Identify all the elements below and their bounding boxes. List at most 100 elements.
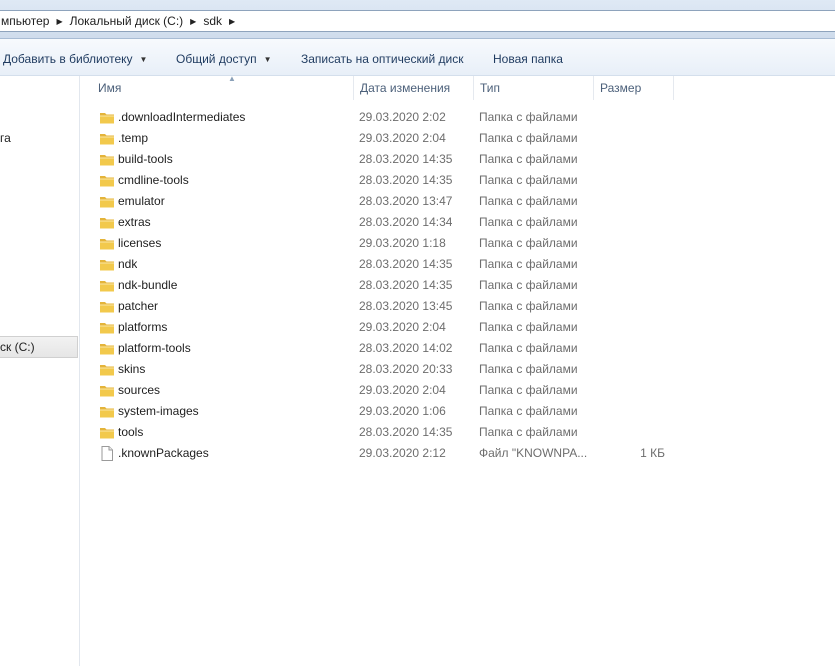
file-name: patcher — [118, 299, 159, 313]
file-type: Папка с файлами — [479, 194, 578, 208]
breadcrumb-chevron-icon[interactable]: ▶ — [56, 17, 62, 26]
column-header-size-label: Размер — [600, 81, 642, 95]
file-type: Папка с файлами — [479, 341, 578, 355]
file-date: 29.03.2020 2:04 — [359, 320, 446, 334]
file-type: Папка с файлами — [479, 110, 578, 124]
file-date: 28.03.2020 14:35 — [359, 257, 453, 271]
file-name: .temp — [118, 131, 149, 145]
file-size — [592, 170, 665, 191]
file-row[interactable]: system-images 29.03.2020 1:06 Папка с файл… — [80, 401, 835, 422]
file-size — [592, 233, 665, 254]
file-type: Папка с файлами — [479, 425, 578, 439]
file-row[interactable]: platforms 29.03.2020 2:04 Папка с файлами — [80, 317, 835, 338]
file-row[interactable]: extras 28.03.2020 14:34 Папка с файлами — [80, 212, 835, 233]
file-name: ndk — [118, 257, 138, 271]
file-type: Папка с файлами — [479, 152, 578, 166]
breadcrumb-sdk[interactable]: sdk — [203, 14, 222, 28]
file-row[interactable]: emulator 28.03.2020 13:47 Папка с файлами — [80, 191, 835, 212]
file-size — [592, 275, 665, 296]
dropdown-arrow-icon: ▼ — [139, 54, 148, 64]
file-size — [592, 401, 665, 422]
file-name: ndk-bundle — [118, 278, 178, 292]
file-list: ▲ Имя Дата изменения Тип Размер .downloa… — [80, 74, 835, 666]
sort-ascending-icon: ▲ — [228, 74, 236, 83]
file-size — [592, 380, 665, 401]
file-name: platforms — [118, 320, 168, 334]
file-date: 28.03.2020 14:35 — [359, 278, 453, 292]
file-date: 28.03.2020 14:35 — [359, 152, 453, 166]
file-type: Папка с файлами — [479, 299, 578, 313]
file-row[interactable]: platform-tools 28.03.2020 14:02 Папка с фа… — [80, 338, 835, 359]
file-type: Папка с файлами — [479, 236, 578, 250]
breadcrumb-chevron-icon[interactable]: ▶ — [190, 17, 196, 26]
file-row[interactable]: .knownPackages 29.03.2020 2:12 Файл "KNOWN… — [80, 443, 835, 464]
file-date: 29.03.2020 2:12 — [359, 446, 446, 460]
file-type: Папка с файлами — [479, 215, 578, 229]
file-type: Папка с файлами — [479, 320, 578, 334]
file-name: platform-tools — [118, 341, 191, 355]
file-row[interactable]: cmdline-tools 28.03.2020 14:35 Папка с фай… — [80, 170, 835, 191]
file-name: cmdline-tools — [118, 173, 189, 187]
column-header-type-label: Тип — [480, 81, 501, 95]
file-type: Папка с файлами — [479, 278, 578, 292]
file-date: 28.03.2020 14:02 — [359, 341, 453, 355]
add-to-library-label: Добавить в библиотеку — [3, 52, 133, 66]
file-date: 28.03.2020 14:35 — [359, 173, 453, 187]
file-name: system-images — [118, 404, 199, 418]
file-type: Файл "KNOWNPA... — [479, 446, 588, 460]
file-row[interactable]: build-tools 28.03.2020 14:35 Папка с файла… — [80, 149, 835, 170]
file-size — [592, 212, 665, 233]
new-folder-button[interactable]: Новая папка — [493, 51, 563, 67]
file-size: 1 КБ — [640, 446, 665, 460]
column-header-name-label: Имя — [98, 81, 122, 95]
file-size — [592, 338, 665, 359]
file-type: Папка с файлами — [479, 404, 578, 418]
breadcrumb-drive-c[interactable]: Локальный диск (C:) — [70, 14, 184, 28]
file-row[interactable]: .temp 29.03.2020 2:04 Папка с файлами — [80, 128, 835, 149]
add-to-library-button[interactable]: Добавить в библиотеку ▼ — [3, 51, 147, 67]
nav-item-partial[interactable]: га — [0, 131, 11, 145]
dropdown-arrow-icon: ▼ — [263, 54, 272, 64]
file-date: 29.03.2020 1:18 — [359, 236, 446, 250]
file-date: 28.03.2020 13:45 — [359, 299, 453, 313]
file-size — [592, 128, 665, 149]
file-size — [592, 359, 665, 380]
file-row[interactable]: skins 28.03.2020 20:33 Папка с файлами — [80, 359, 835, 380]
file-type: Папка с файлами — [479, 383, 578, 397]
file-name: skins — [118, 362, 146, 376]
burn-label: Записать на оптический диск — [301, 52, 464, 66]
column-header-size[interactable]: Размер — [594, 76, 674, 100]
file-row[interactable]: ndk-bundle 28.03.2020 14:35 Папка с файлам… — [80, 275, 835, 296]
address-field[interactable]: мпьютер ▶ Локальный диск (C:) ▶ sdk ▶ — [0, 10, 835, 32]
file-size — [592, 254, 665, 275]
file-row[interactable]: tools 28.03.2020 14:35 Папка с файлами — [80, 422, 835, 443]
breadcrumb-computer[interactable]: мпьютер — [1, 14, 49, 28]
file-row[interactable]: patcher 28.03.2020 13:45 Папка с файлами — [80, 296, 835, 317]
column-header-name[interactable]: ▲ Имя — [92, 74, 354, 100]
breadcrumb-chevron-icon[interactable]: ▶ — [229, 17, 235, 26]
file-size — [592, 107, 665, 128]
file-name: licenses — [118, 236, 162, 250]
navigation-pane: га ск (C:) — [0, 76, 80, 666]
column-header-date[interactable]: Дата изменения — [354, 76, 474, 100]
nav-item-local-disk-label: ск (C:) — [0, 340, 35, 354]
burn-button[interactable]: Записать на оптический диск — [301, 51, 464, 67]
file-name: build-tools — [118, 152, 173, 166]
address-bar: мпьютер ▶ Локальный диск (C:) ▶ sdk ▶ — [0, 0, 835, 39]
file-row[interactable]: ndk 28.03.2020 14:35 Папка с файлами — [80, 254, 835, 275]
new-folder-label: Новая папка — [493, 52, 563, 66]
file-date: 28.03.2020 20:33 — [359, 362, 453, 376]
file-date: 28.03.2020 14:35 — [359, 425, 453, 439]
file-size — [592, 296, 665, 317]
file-type: Папка с файлами — [479, 362, 578, 376]
file-row[interactable]: licenses 29.03.2020 1:18 Папка с файлами — [80, 233, 835, 254]
file-row[interactable]: sources 29.03.2020 2:04 Папка с файлами — [80, 380, 835, 401]
file-date: 29.03.2020 2:02 — [359, 110, 446, 124]
file-size — [592, 422, 665, 443]
file-row[interactable]: .downloadIntermediates 29.03.2020 2:02 Пап… — [80, 107, 835, 128]
nav-item-local-disk[interactable]: ск (C:) — [0, 336, 78, 358]
file-name: tools — [118, 425, 144, 439]
share-button[interactable]: Общий доступ ▼ — [176, 51, 272, 67]
column-header-type[interactable]: Тип — [474, 76, 594, 100]
file-name: sources — [118, 383, 161, 397]
